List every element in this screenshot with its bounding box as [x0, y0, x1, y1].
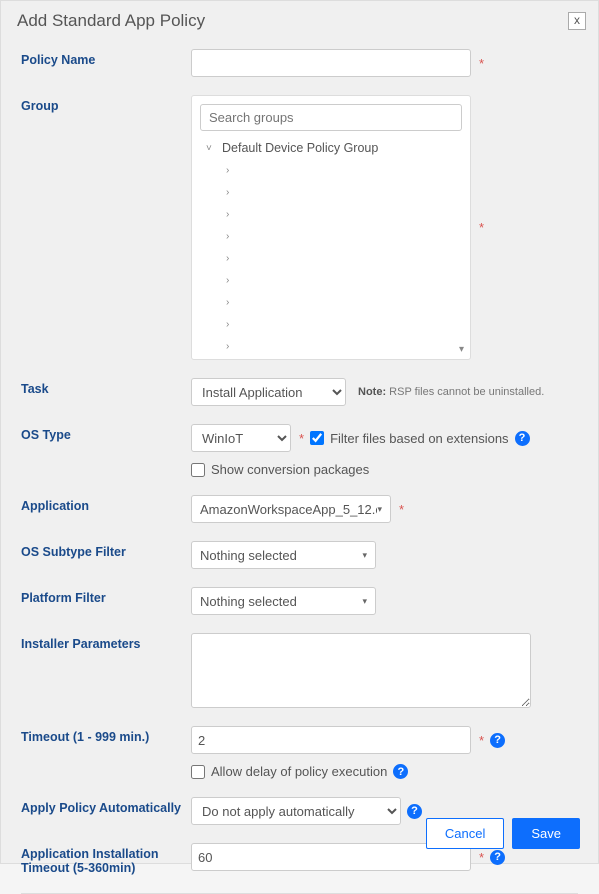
group-search-input[interactable]: [200, 104, 462, 131]
label-installer-params: Installer Parameters: [21, 633, 191, 651]
label-timeout: Timeout (1 - 999 min.): [21, 726, 191, 744]
os-type-select[interactable]: WinIoT: [191, 424, 291, 452]
chevron-right-icon: ›: [226, 275, 238, 286]
required-marker: *: [479, 220, 484, 235]
show-conversion-label: Show conversion packages: [211, 462, 369, 477]
dialog-footer: Cancel Save: [426, 818, 580, 849]
chevron-down-icon: ▾: [377, 504, 382, 515]
close-button[interactable]: x: [568, 12, 586, 30]
label-app-install-timeout: Application Installation Timeout (5-360m…: [21, 843, 191, 875]
dialog-header: Add Standard App Policy x: [1, 1, 598, 39]
group-tree-item[interactable]: ›: [200, 269, 458, 291]
group-tree-item[interactable]: ›: [200, 159, 458, 181]
group-tree-item[interactable]: ›: [200, 291, 458, 313]
chevron-right-icon: ›: [226, 341, 238, 352]
required-marker: *: [479, 850, 484, 865]
os-subtype-select[interactable]: Nothing selected ▾: [191, 541, 376, 569]
chevron-down-icon: ˅: [206, 143, 218, 154]
chevron-right-icon: ›: [226, 319, 238, 330]
save-button[interactable]: Save: [512, 818, 580, 849]
group-root-label: Default Device Policy Group: [222, 141, 378, 155]
help-icon[interactable]: ?: [490, 733, 505, 748]
chevron-right-icon: ›: [226, 297, 238, 308]
platform-filter-value: Nothing selected: [200, 594, 297, 609]
allow-delay-label: Allow delay of policy execution: [211, 764, 387, 779]
required-marker: *: [399, 502, 404, 517]
help-icon[interactable]: ?: [407, 804, 422, 819]
cancel-button[interactable]: Cancel: [426, 818, 504, 849]
chevron-right-icon: ›: [226, 209, 238, 220]
os-subtype-value: Nothing selected: [200, 548, 297, 563]
required-marker: *: [299, 431, 304, 446]
group-tree-item[interactable]: ›: [200, 181, 458, 203]
required-marker: *: [479, 56, 484, 71]
label-os-type: OS Type: [21, 424, 191, 442]
group-tree-root[interactable]: ˅ Default Device Policy Group: [200, 137, 458, 159]
help-icon[interactable]: ?: [393, 764, 408, 779]
apply-auto-select[interactable]: Do not apply automatically: [191, 797, 401, 825]
label-policy-name: Policy Name: [21, 49, 191, 67]
group-tree-item[interactable]: ›: [200, 313, 458, 335]
dialog: Add Standard App Policy x Policy Name * …: [0, 0, 599, 864]
dialog-title: Add Standard App Policy: [17, 11, 205, 31]
label-apply-auto: Apply Policy Automatically: [21, 797, 191, 815]
platform-filter-select[interactable]: Nothing selected ▾: [191, 587, 376, 615]
label-application: Application: [21, 495, 191, 513]
required-marker: *: [479, 733, 484, 748]
label-task: Task: [21, 378, 191, 396]
help-icon[interactable]: ?: [515, 431, 530, 446]
allow-delay-checkbox[interactable]: [191, 765, 205, 779]
filter-extensions-label: Filter files based on extensions: [330, 431, 508, 446]
group-tree-item[interactable]: ›: [200, 335, 458, 351]
show-conversion-checkbox[interactable]: [191, 463, 205, 477]
label-platform-filter: Platform Filter: [21, 587, 191, 605]
filter-extensions-checkbox[interactable]: [310, 431, 324, 445]
group-tree-item[interactable]: ›: [200, 203, 458, 225]
policy-name-input[interactable]: [191, 49, 471, 77]
label-os-subtype: OS Subtype Filter: [21, 541, 191, 559]
application-select[interactable]: AmazonWorkspaceApp_5_12.exe ▾: [191, 495, 391, 523]
group-tree[interactable]: ˅ Default Device Policy Group ››››››››››: [200, 137, 462, 351]
chevron-down-icon: ▾: [362, 550, 367, 561]
task-select[interactable]: Install Application: [191, 378, 346, 406]
installer-params-textarea[interactable]: [191, 633, 531, 708]
chevron-right-icon: ›: [226, 253, 238, 264]
form-body: Policy Name * Group ˅ Default Device Pol…: [1, 39, 598, 894]
chevron-right-icon: ›: [226, 187, 238, 198]
group-tree-item[interactable]: ›: [200, 225, 458, 247]
chevron-right-icon: ›: [226, 165, 238, 176]
help-icon[interactable]: ?: [490, 850, 505, 865]
timeout-input[interactable]: [191, 726, 471, 754]
group-tree-box: ˅ Default Device Policy Group ››››››››››…: [191, 95, 471, 360]
group-tree-item[interactable]: ›: [200, 247, 458, 269]
scroll-down-icon[interactable]: ▾: [459, 344, 464, 355]
chevron-down-icon: ▾: [362, 596, 367, 607]
task-note: Note: RSP files cannot be uninstalled.: [358, 386, 544, 398]
application-value: AmazonWorkspaceApp_5_12.exe: [200, 502, 377, 517]
label-group: Group: [21, 95, 191, 113]
chevron-right-icon: ›: [226, 231, 238, 242]
